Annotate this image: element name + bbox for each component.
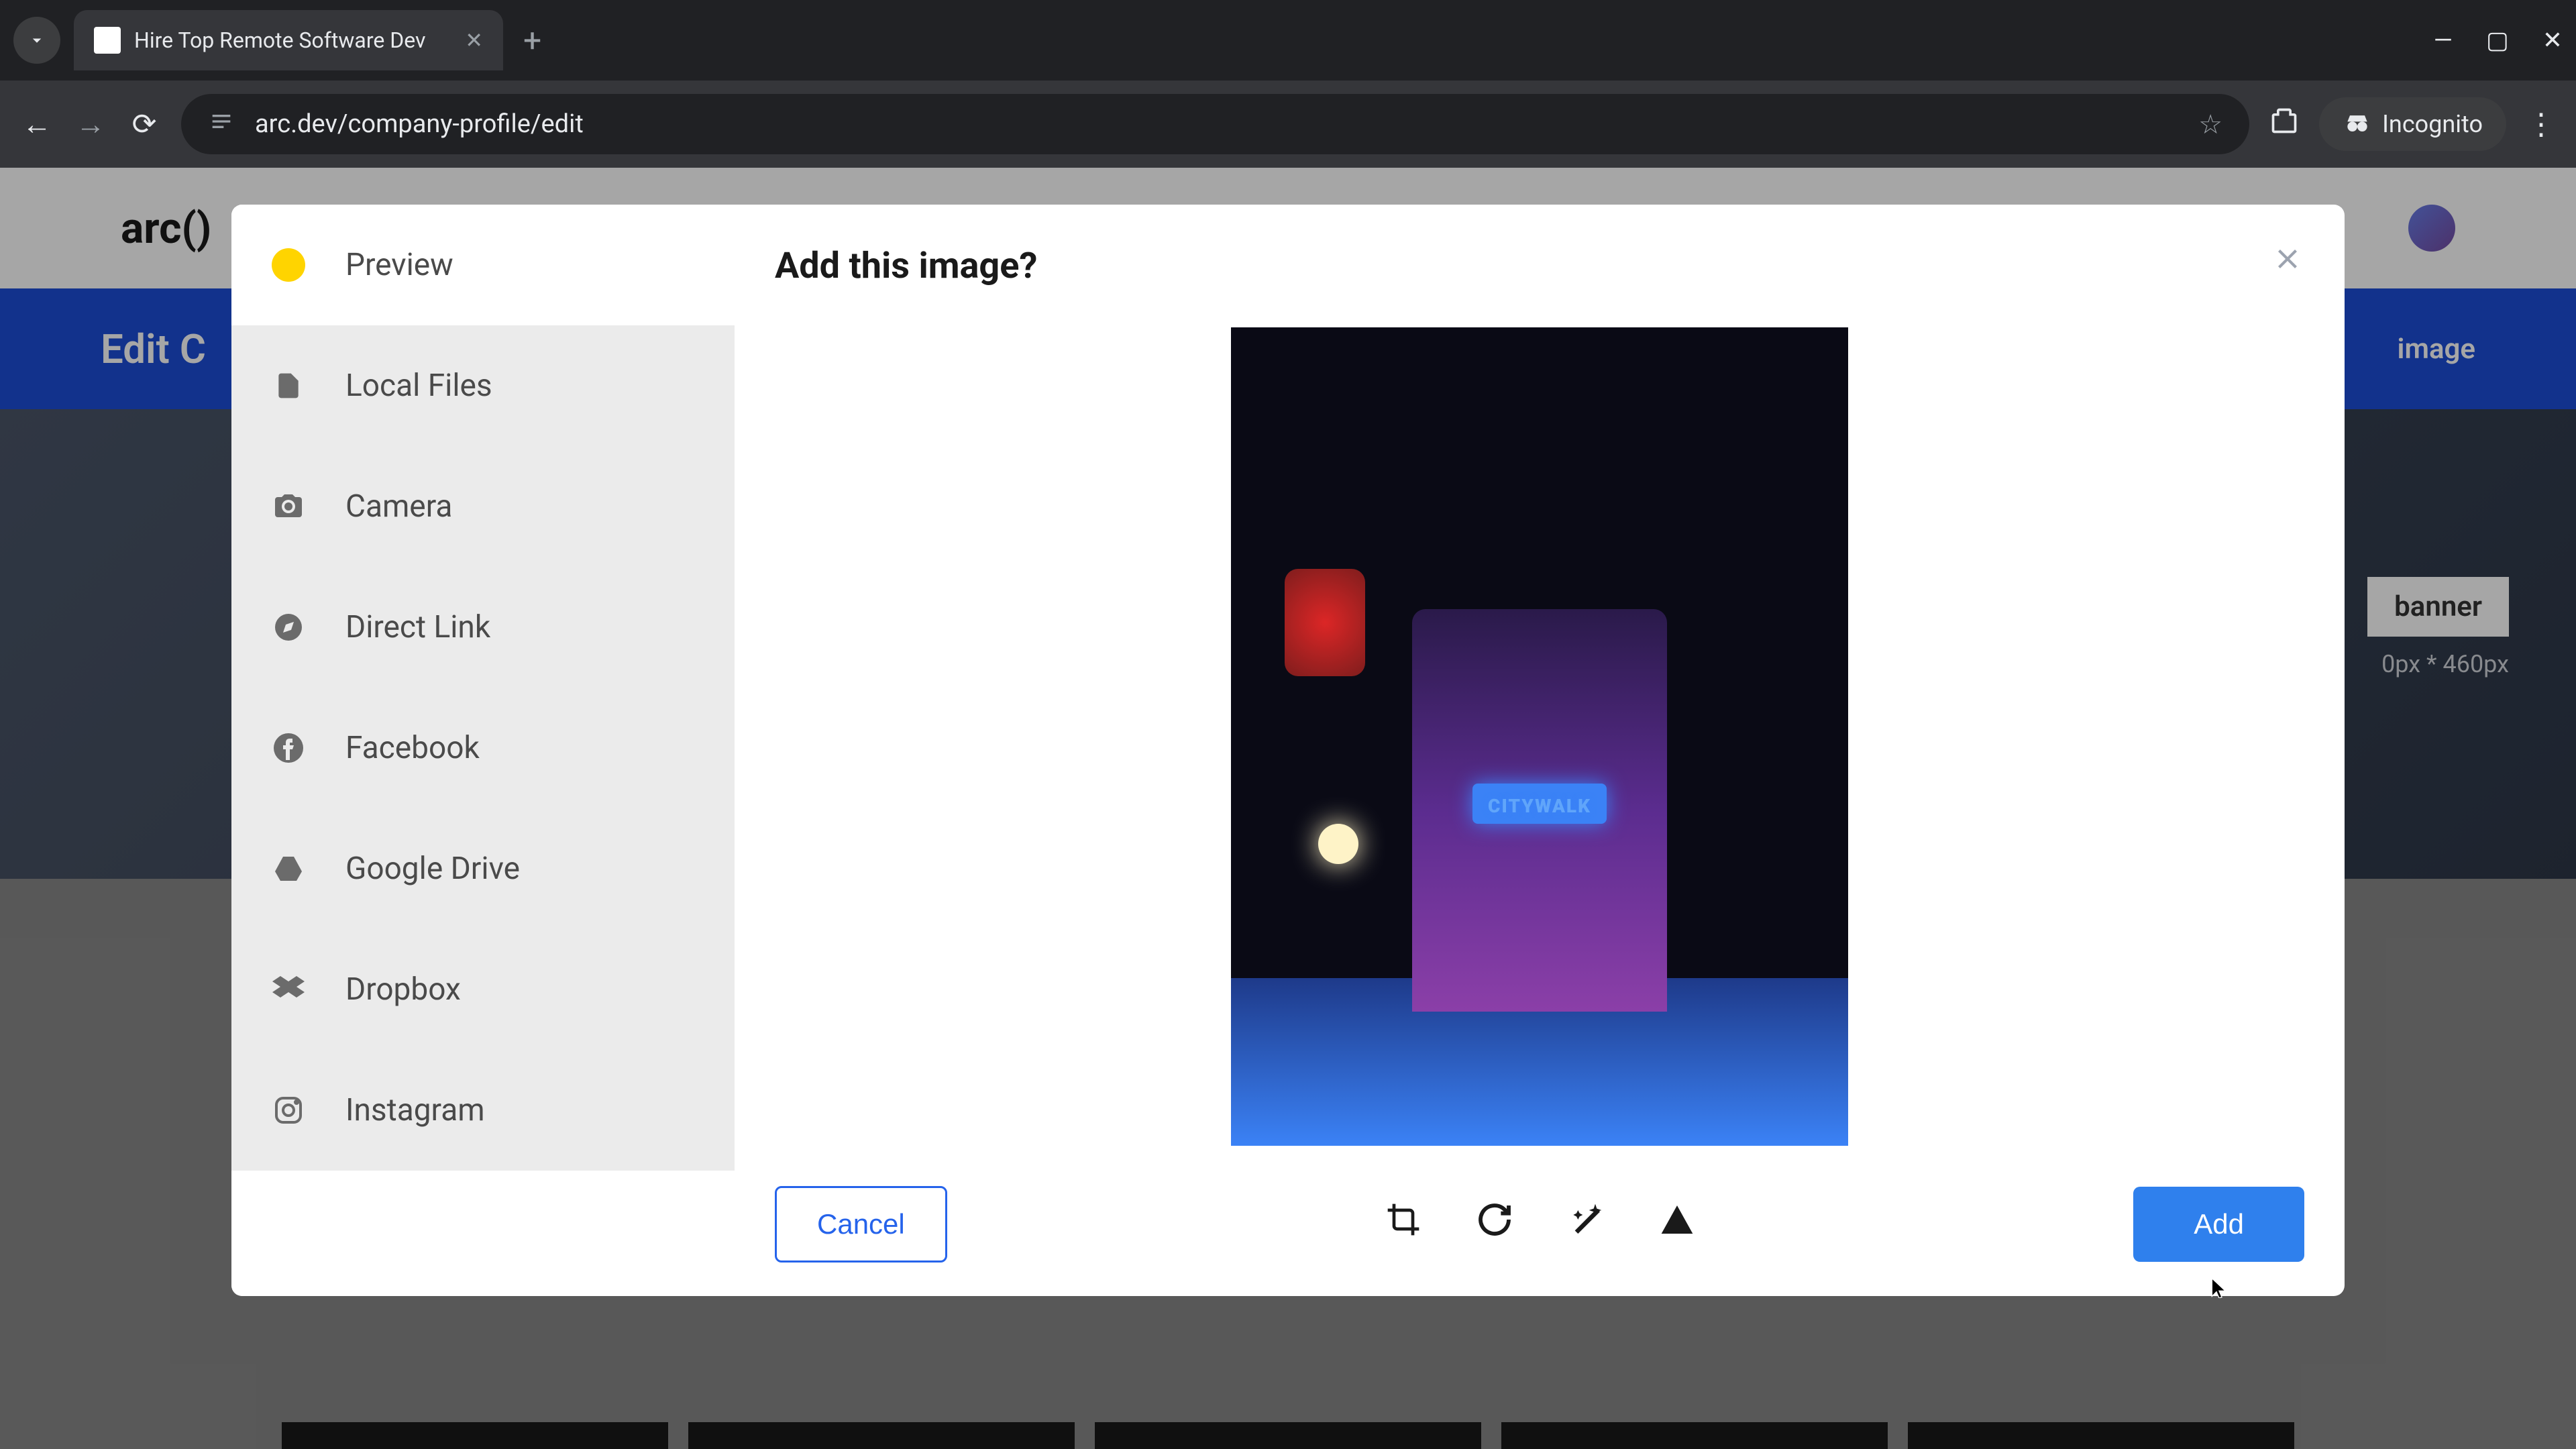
close-window-button[interactable]: ✕ xyxy=(2542,26,2563,54)
sidebar-item-google-drive[interactable]: Google Drive xyxy=(231,808,735,929)
window-controls: — ▢ ✕ xyxy=(2434,26,2563,54)
incognito-badge[interactable]: Incognito xyxy=(2319,97,2506,151)
incognito-label: Incognito xyxy=(2382,110,2483,138)
tab-title: Hire Top Remote Software Dev xyxy=(134,28,451,53)
triangle-icon xyxy=(1658,1201,1696,1238)
address-bar[interactable]: arc.dev/company-profile/edit ☆ xyxy=(181,94,2249,154)
edit-tools xyxy=(1385,1201,1696,1248)
file-icon xyxy=(272,369,305,402)
extensions-icon[interactable] xyxy=(2269,106,2299,142)
add-button[interactable]: Add xyxy=(2133,1187,2304,1262)
modal-main: Add this image? CITYWALK Cancel xyxy=(735,205,2345,1296)
sidebar-item-label: Instagram xyxy=(345,1092,485,1128)
crop-button[interactable] xyxy=(1385,1201,1422,1248)
upload-source-sidebar: Preview Local Files Camera Direct Link xyxy=(231,205,735,1296)
sidebar-item-dropbox[interactable]: Dropbox xyxy=(231,929,735,1050)
bookmark-icon[interactable]: ☆ xyxy=(2198,109,2222,140)
sidebar-item-label: Direct Link xyxy=(345,609,490,645)
sidebar-item-instagram[interactable]: Instagram xyxy=(231,1050,735,1171)
sidebar-item-facebook[interactable]: Facebook xyxy=(231,688,735,808)
tab-search-button[interactable] xyxy=(13,17,60,64)
cancel-button[interactable]: Cancel xyxy=(775,1186,947,1263)
dropbox-icon xyxy=(272,973,305,1006)
new-tab-button[interactable]: + xyxy=(523,21,541,60)
close-icon xyxy=(2271,242,2304,276)
reload-button[interactable]: ⟳ xyxy=(127,107,161,142)
sidebar-item-direct-link[interactable]: Direct Link xyxy=(231,567,735,688)
forward-button[interactable]: → xyxy=(74,107,107,142)
rotate-icon xyxy=(1476,1201,1513,1238)
instagram-icon xyxy=(272,1093,305,1127)
sidebar-item-local-files[interactable]: Local Files xyxy=(231,325,735,446)
browser-chrome: Hire Top Remote Software Dev ✕ + — ▢ ✕ ←… xyxy=(0,0,2576,168)
crop-icon xyxy=(1385,1201,1422,1238)
url-text: arc.dev/company-profile/edit xyxy=(255,109,2178,139)
maximize-button[interactable]: ▢ xyxy=(2486,26,2509,54)
back-button[interactable]: ← xyxy=(20,107,54,142)
tab-bar: Hire Top Remote Software Dev ✕ + — ▢ ✕ xyxy=(0,0,2576,80)
tab-close-button[interactable]: ✕ xyxy=(465,28,483,53)
toolbar: ← → ⟳ arc.dev/company-profile/edit ☆ Inc… xyxy=(0,80,2576,168)
sidebar-item-label: Preview xyxy=(345,247,453,283)
modal-footer: Cancel Add xyxy=(775,1186,2304,1263)
compass-icon xyxy=(272,610,305,644)
magic-wand-icon xyxy=(1567,1201,1605,1238)
enhance-button[interactable] xyxy=(1567,1201,1605,1248)
camera-icon xyxy=(272,490,305,523)
upload-modal: Preview Local Files Camera Direct Link xyxy=(231,205,2345,1296)
minimize-button[interactable]: — xyxy=(2434,26,2453,54)
sharpen-button[interactable] xyxy=(1658,1201,1696,1248)
browser-menu-button[interactable]: ⋮ xyxy=(2526,107,2556,142)
modal-overlay: Preview Local Files Camera Direct Link xyxy=(0,168,2576,1449)
sidebar-item-label: Facebook xyxy=(345,730,480,766)
sidebar-item-label: Dropbox xyxy=(345,971,461,1008)
browser-tab[interactable]: Hire Top Remote Software Dev ✕ xyxy=(74,10,503,70)
image-preview-area: CITYWALK xyxy=(775,287,2304,1186)
facebook-icon xyxy=(272,731,305,765)
uploaded-image-preview: CITYWALK xyxy=(1231,327,1848,1146)
sidebar-item-label: Camera xyxy=(345,488,452,525)
rotate-button[interactable] xyxy=(1476,1201,1513,1248)
sidebar-item-label: Google Drive xyxy=(345,851,520,887)
incognito-icon xyxy=(2343,109,2372,139)
preview-icon xyxy=(272,248,305,282)
sidebar-item-camera[interactable]: Camera xyxy=(231,446,735,567)
chevron-down-icon xyxy=(27,30,47,50)
tab-favicon-icon xyxy=(94,27,121,54)
site-settings-icon[interactable] xyxy=(208,108,235,141)
close-button[interactable] xyxy=(2271,238,2304,286)
modal-title: Add this image? xyxy=(775,245,2304,287)
gdrive-icon xyxy=(272,852,305,885)
sidebar-item-label: Local Files xyxy=(345,368,492,404)
sidebar-item-preview[interactable]: Preview xyxy=(231,205,735,325)
